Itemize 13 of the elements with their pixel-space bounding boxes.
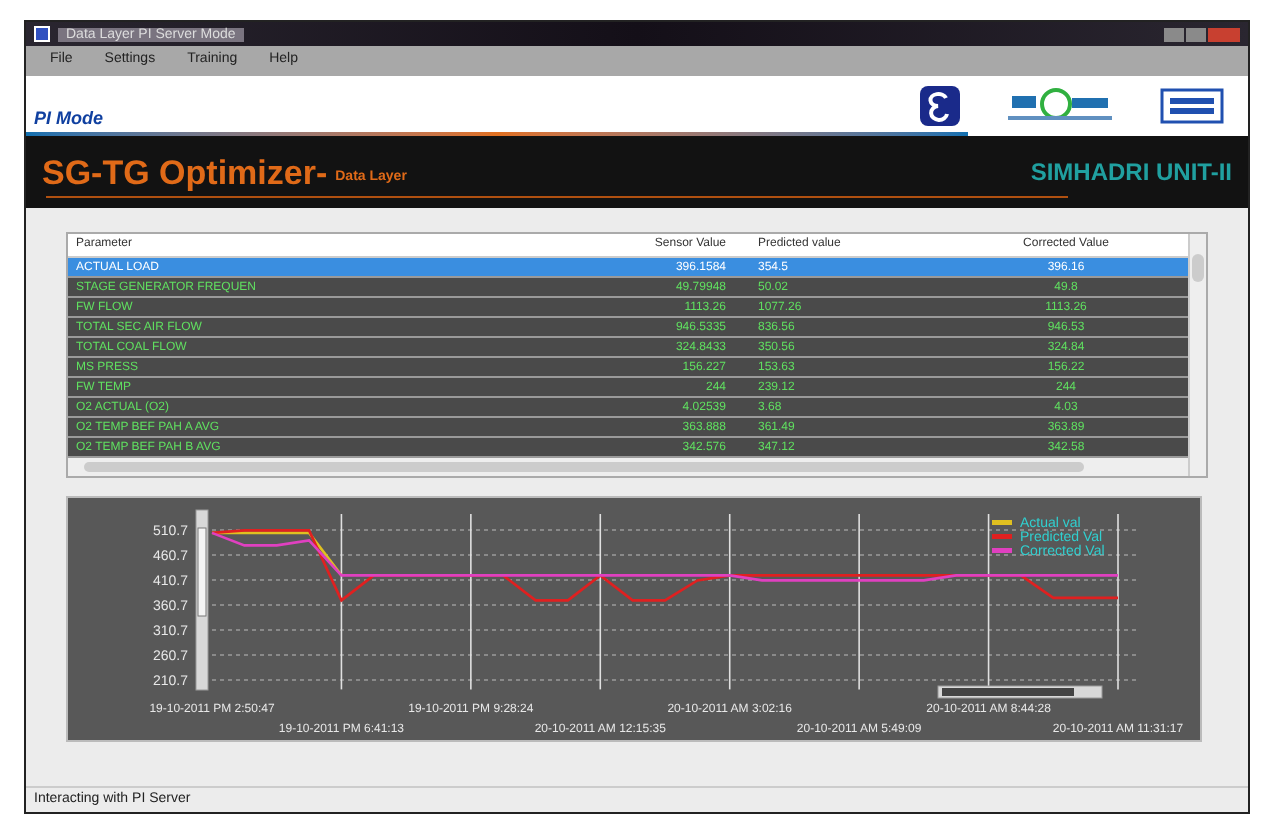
- app-icon: [34, 26, 50, 42]
- zoom-scrollbar[interactable]: [195, 509, 209, 691]
- minimize-button[interactable]: [1164, 27, 1184, 41]
- app-title: SG-TG Optimizer-: [42, 155, 328, 189]
- vertical-scrollbar[interactable]: [1188, 234, 1206, 476]
- boxed-logo-icon: [1160, 88, 1224, 124]
- horizontal-scrollbar[interactable]: [68, 458, 1189, 476]
- close-button[interactable]: [1208, 27, 1240, 41]
- epsilon-logo-icon: [920, 86, 960, 126]
- time-scrollbar[interactable]: [937, 685, 1103, 699]
- mode-label: PI Mode: [32, 105, 104, 131]
- unit-name: SIMHADRI UNIT-II: [1030, 160, 1232, 184]
- maximize-button[interactable]: [1186, 27, 1206, 41]
